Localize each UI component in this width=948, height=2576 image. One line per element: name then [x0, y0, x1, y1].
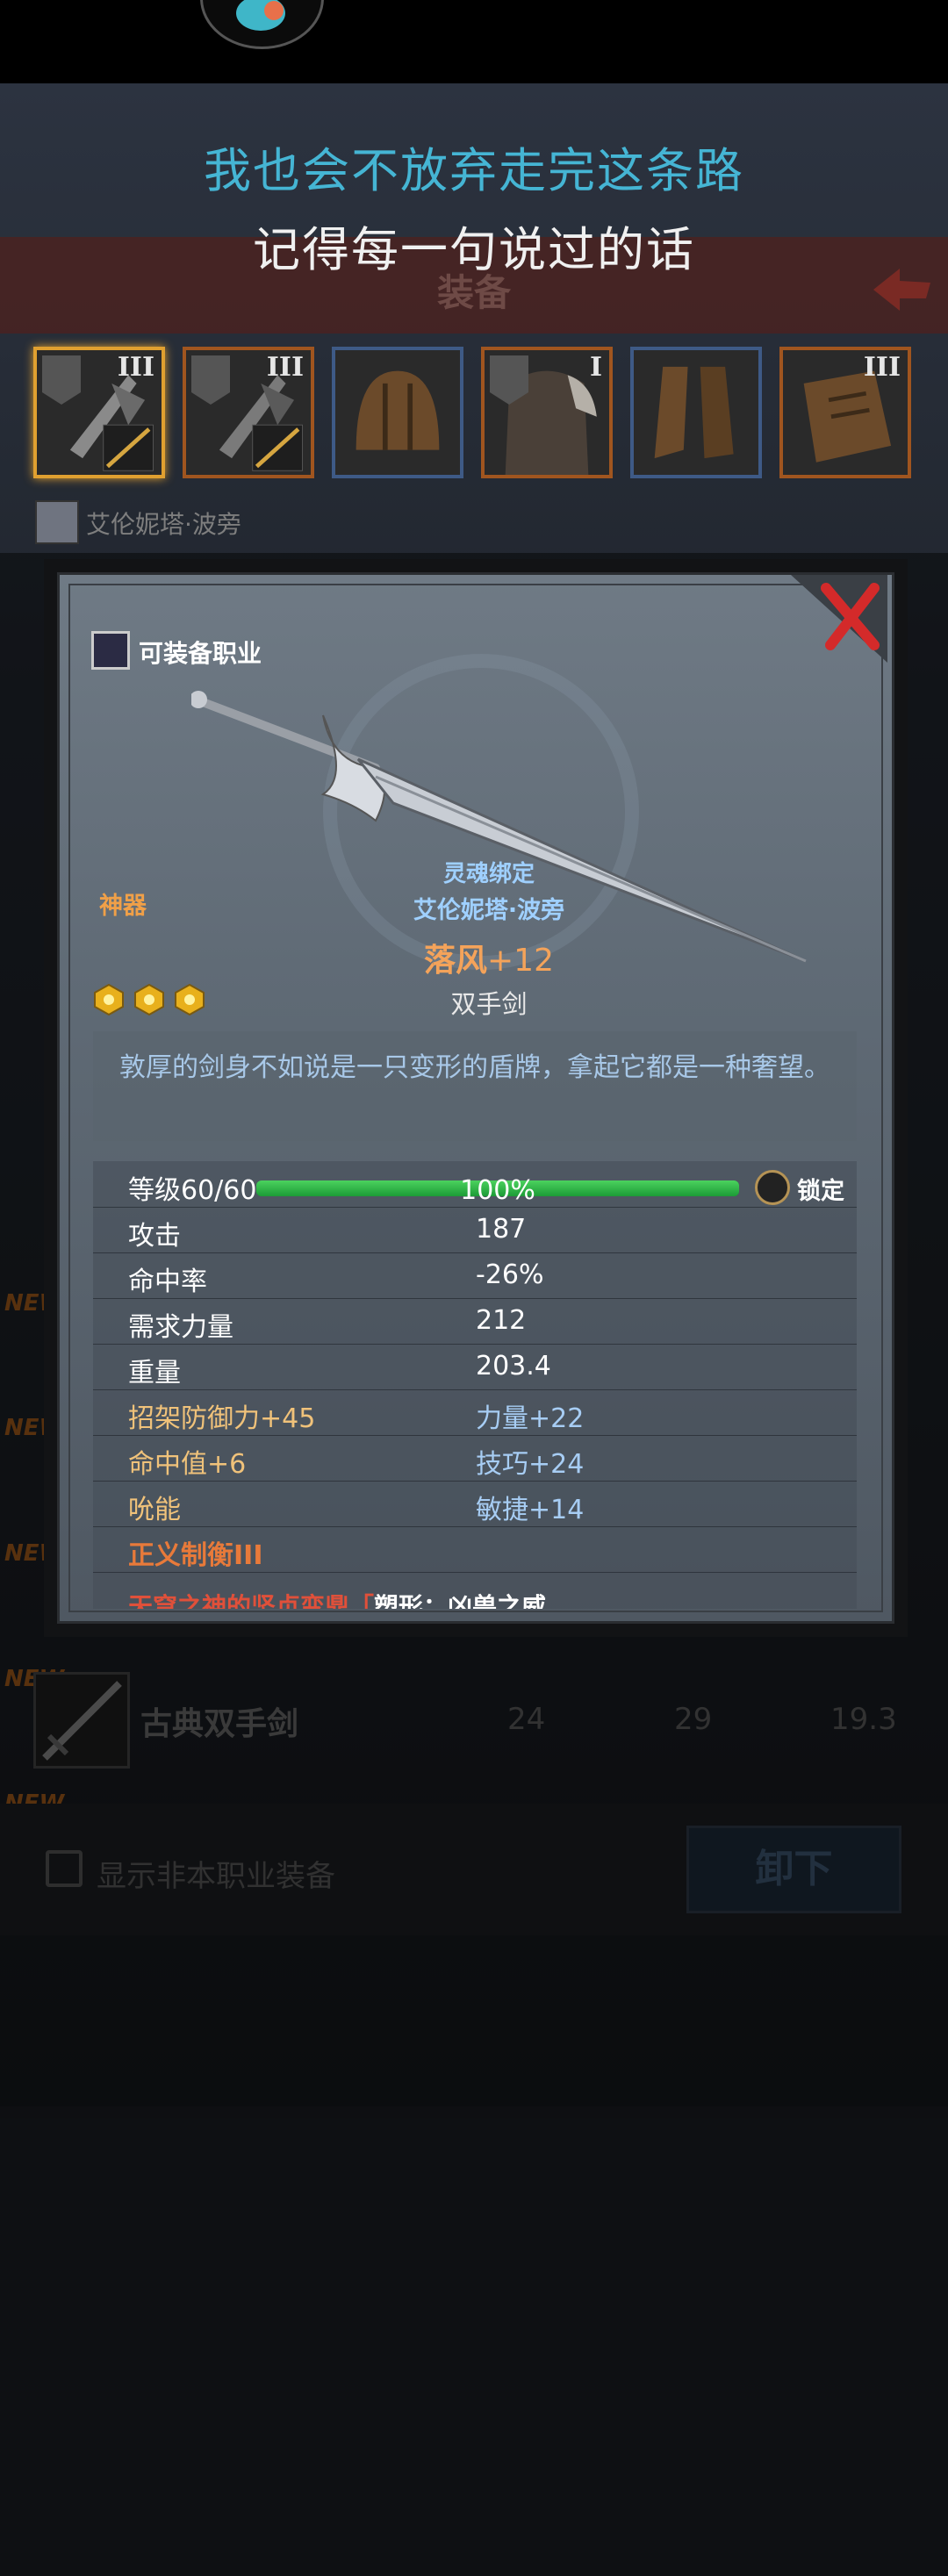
stat-row: 需求力量 212 — [93, 1298, 857, 1345]
bonus-right: 技巧+24 — [476, 1449, 585, 1480]
character-portrait — [35, 500, 79, 544]
stat-row: 重量 203.4 — [93, 1344, 857, 1390]
bonus-row: 命中值+6 技巧+24 — [93, 1435, 857, 1482]
lyric-line-2: 记得每一句说过的话 — [253, 222, 695, 277]
boots-icon — [654, 366, 734, 459]
greatsword-icon — [191, 691, 807, 963]
bonus-left: 命中值+6 — [128, 1449, 247, 1480]
set-bonus-row: 正义制衡III — [93, 1526, 857, 1573]
item-title: 落风+12 — [60, 935, 892, 980]
lock-icon[interactable] — [755, 1170, 790, 1205]
close-icon[interactable] — [791, 575, 887, 663]
top-status-area — [0, 0, 948, 83]
app-logo-icon — [200, 0, 324, 49]
slot-helmet[interactable] — [332, 347, 463, 478]
stat-label: 攻击 — [128, 1221, 181, 1252]
slot-armor[interactable]: I — [481, 347, 613, 478]
tier-label: III — [117, 352, 154, 383]
bonus-right: 敏捷+14 — [476, 1495, 585, 1525]
stat-row: 命中率 -26% — [93, 1252, 857, 1299]
bonus-row: 吮能 敏捷+14 — [93, 1481, 857, 1527]
stat-label: 命中率 — [128, 1266, 207, 1297]
slot-boots[interactable] — [630, 347, 762, 478]
tier-label: III — [863, 352, 901, 383]
bonus-right: 力量+22 — [476, 1403, 585, 1434]
stats-panel[interactable]: 等级60/60 100% 锁定 攻击 187 命中率 -26% 需求力量 212 — [93, 1161, 857, 1609]
character-name: 艾伦妮塔·波旁 — [86, 510, 241, 539]
stat-label: 需求力量 — [128, 1312, 233, 1343]
bonus-row: 招架防御力+45 力量+22 — [93, 1389, 857, 1436]
level-row: 等级60/60 100% 锁定 — [93, 1161, 857, 1208]
slot-weapon-off[interactable]: III — [183, 347, 314, 478]
set-bonus-label: 正义制衡III — [128, 1540, 263, 1571]
stat-value: 212 — [476, 1305, 527, 1336]
helmet-icon — [356, 370, 440, 450]
level-percent: 100% — [460, 1175, 535, 1206]
job-class-label: 可装备职业 — [139, 639, 262, 668]
job-class-icon — [91, 631, 130, 670]
description-box: 敦厚的剑身不如说是一只变形的盾牌，拿起它都是一种奢望。 — [93, 1031, 857, 1141]
slot-weapon-main[interactable]: III — [33, 347, 165, 478]
lock-label: 锁定 — [797, 1178, 844, 1205]
truncated-effect-line: 天穹之神的坚贞变鼎「塑形：凶兽之威 — [128, 1592, 547, 1609]
stat-value: 203.4 — [476, 1351, 551, 1381]
soul-bound-label: 灵魂绑定 — [442, 861, 535, 887]
bound-character-name: 艾伦妮塔·波旁 — [413, 897, 565, 924]
item-enhance-level: +12 — [487, 943, 554, 979]
bonus-left: 招架防御力+45 — [128, 1403, 316, 1434]
level-label: 等级60/60 — [128, 1175, 257, 1206]
modal-panel: 可装备职业 神器 灵魂绑定 艾伦妮塔·波旁 落风+12 双手剑 敦厚的剑身不如说… — [57, 572, 894, 1624]
item-type: 双手剑 — [450, 989, 528, 1019]
level-progress-bar: 100% — [256, 1175, 739, 1206]
stat-value: -26% — [476, 1259, 544, 1290]
item-description: 敦厚的剑身不如说是一只变形的盾牌，拿起它都是一种奢望。 — [119, 1052, 830, 1083]
tier-label: III — [266, 352, 304, 383]
stat-label: 重量 — [128, 1358, 181, 1388]
stat-value: 187 — [476, 1214, 527, 1245]
bonus-left: 吮能 — [128, 1495, 181, 1525]
tier-label: I — [589, 352, 602, 383]
item-detail-modal: 可装备职业 神器 灵魂绑定 艾伦妮塔·波旁 落风+12 双手剑 敦厚的剑身不如说… — [44, 559, 908, 1637]
lyric-line-1: 我也会不放弃走完这条路 — [204, 143, 744, 198]
stat-row: 攻击 187 — [93, 1207, 857, 1253]
slot-book[interactable]: III — [779, 347, 911, 478]
item-title-name: 落风 — [424, 943, 488, 979]
equipment-slots: III III I III — [33, 347, 915, 483]
